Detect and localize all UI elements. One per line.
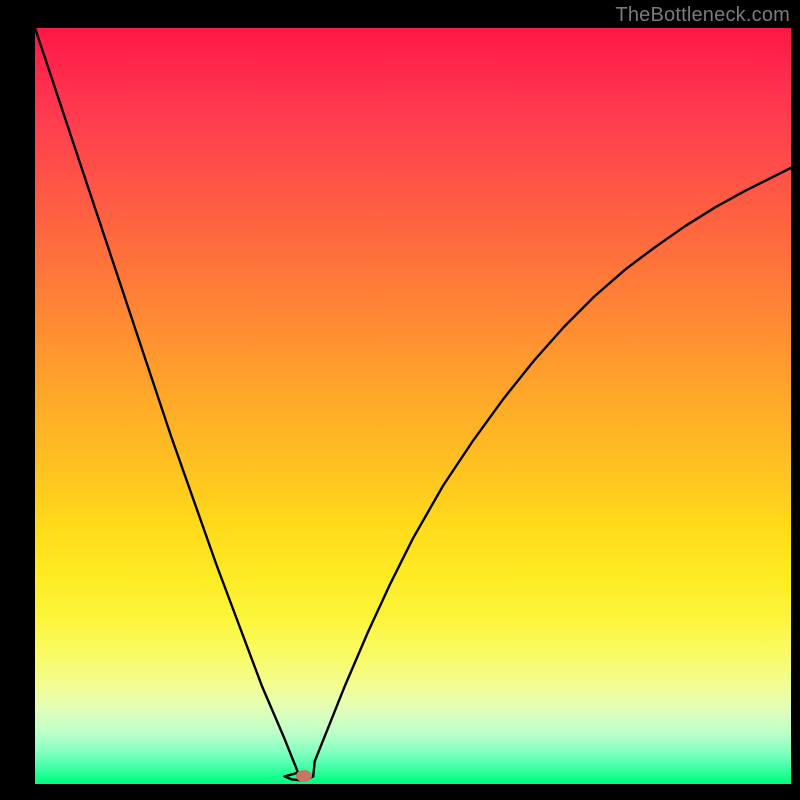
minimum-marker: [296, 770, 312, 782]
curve-path: [35, 28, 791, 780]
bottleneck-curve: [35, 28, 791, 784]
watermark-text: TheBottleneck.com: [615, 4, 790, 27]
chart-frame: TheBottleneck.com: [0, 0, 800, 800]
plot-area: [35, 28, 791, 784]
